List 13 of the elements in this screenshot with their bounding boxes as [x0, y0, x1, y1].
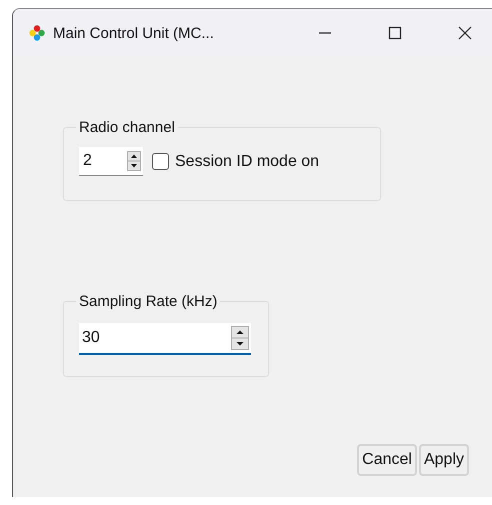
channel-spinbox[interactable]: 2	[79, 147, 143, 176]
close-icon[interactable]	[458, 26, 472, 40]
group-legend: Sampling Rate (kHz)	[76, 293, 220, 310]
sampling-rate-spinbox[interactable]: 30	[79, 323, 251, 355]
apply-button[interactable]: Apply	[418, 444, 469, 476]
window-title: Main Control Unit (MC...	[53, 24, 214, 42]
spin-arrows-icon[interactable]	[127, 151, 141, 171]
maximize-icon[interactable]	[388, 26, 402, 40]
spin-arrows-icon[interactable]	[231, 326, 249, 350]
app-logo-icon	[29, 25, 45, 41]
group-legend: Radio channel	[76, 119, 178, 136]
cancel-button[interactable]: Cancel	[357, 444, 417, 476]
session-checkbox[interactable]: Session ID mode on	[152, 152, 320, 170]
